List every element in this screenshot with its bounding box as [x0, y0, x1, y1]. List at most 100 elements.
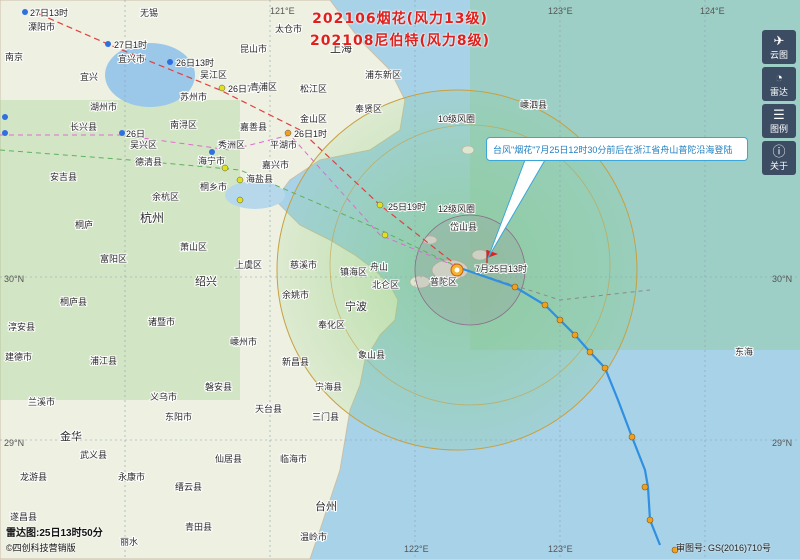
landfall-callout: 台风"烟花"7月25日12时30分前后在浙江省舟山普陀沿海登陆 [486, 137, 748, 161]
place-label: 台州 [315, 499, 337, 513]
place-label: 海盐县 [246, 173, 273, 185]
track-label-26-13: 26日13时 [176, 57, 214, 68]
place-label: 岱山县 [450, 221, 477, 233]
map-approval-number: 审图号: GS(2016)710号 [676, 543, 772, 553]
track-label-25-19: 25日19时 [388, 201, 426, 212]
track-label-26: 26日 [126, 129, 145, 139]
legend-icon: ☰ [773, 107, 785, 122]
place-label: 天台县 [255, 403, 282, 415]
lat-label: 30°N [4, 274, 24, 284]
place-label: 缙云县 [175, 481, 202, 493]
place-label: 青田县 [185, 521, 212, 533]
place-label: 北仑区 [372, 279, 399, 291]
radar-timestamp: 雷达图:25日13时50分 [6, 528, 103, 539]
place-label: 松江区 [300, 83, 327, 95]
place-label: 普陀区 [430, 276, 457, 288]
place-label: 东海 [735, 346, 753, 358]
place-label: 兰溪市 [28, 396, 55, 408]
place-label: 浦江县 [90, 355, 117, 367]
radar-icon: ◔ [775, 70, 783, 85]
place-label: 浦东新区 [365, 69, 401, 81]
place-label: 苏州市 [180, 91, 207, 103]
place-label: 磐安县 [205, 381, 232, 393]
legend-button[interactable]: ☰ 图例 [762, 104, 796, 138]
place-label: 诸暨市 [148, 316, 175, 328]
track-label-26-1: 26日1时 [294, 128, 327, 139]
copyright-text: ©四创科技营销版 [6, 543, 76, 553]
place-label: 武义县 [80, 449, 107, 461]
lat-label: 30°N [772, 274, 792, 284]
satellite-button-label: 云图 [769, 50, 788, 60]
place-label: 建德市 [5, 351, 32, 363]
place-label: 义乌市 [150, 391, 177, 403]
about-button[interactable]: ⓘ 关于 [762, 141, 796, 175]
place-label: 温岭市 [300, 531, 327, 543]
legend-button-label: 图例 [769, 124, 788, 134]
place-label: 南浔区 [170, 119, 197, 131]
place-label: 嵊泗县 [520, 99, 547, 111]
place-label: 仙居县 [215, 453, 242, 465]
map-toolbar: ✈ 云图 ◔ 雷达 ☰ 图例 ⓘ 关于 [762, 30, 798, 178]
place-label: 桐乡市 [200, 181, 227, 193]
place-label: 湖州市 [90, 101, 117, 113]
place-label: 嘉善县 [240, 121, 267, 133]
place-label: 桐庐县 [60, 296, 87, 308]
place-label: 奉贤区 [355, 103, 382, 115]
place-label: 镇海区 [340, 266, 367, 278]
place-label: 淳安县 [8, 321, 35, 333]
place-label: 金华 [60, 429, 82, 443]
place-label: 丽水 [120, 536, 138, 548]
place-label: 龙游县 [20, 471, 47, 483]
place-label: 余姚市 [282, 289, 309, 301]
place-label: 上虞区 [235, 259, 262, 271]
place-label: 余杭区 [152, 191, 179, 203]
place-label: 奉化区 [318, 319, 345, 331]
typhoon-map[interactable]: 121°E 123°E 124°E 122°E 123°E 30°N 30°N … [0, 0, 800, 559]
track-label-current: 7月25日13时 [475, 263, 527, 274]
radar-button-label: 雷达 [769, 87, 788, 97]
place-label: 象山县 [358, 349, 385, 361]
info-icon: ⓘ [772, 144, 786, 159]
satellite-button[interactable]: ✈ 云图 [762, 30, 796, 64]
typhoon-title-nepartak: 202108尼伯特(风力8级) [310, 33, 490, 49]
about-button-label: 关于 [769, 161, 788, 171]
place-label: 萧山区 [180, 241, 207, 253]
lon-label: 122°E [404, 544, 429, 554]
lat-label: 29°N [4, 438, 24, 448]
place-label: 宜兴市 [118, 53, 145, 65]
radar-button[interactable]: ◔ 雷达 [762, 67, 796, 101]
place-label: 绍兴 [195, 274, 217, 288]
place-label: 宜兴 [80, 71, 98, 83]
track-label-wind10: 10级风圈 [438, 113, 475, 124]
place-label: 桐庐 [75, 219, 93, 231]
satellite-icon: ✈ [773, 33, 785, 48]
place-label: 吴兴区 [130, 140, 157, 151]
place-label: 东阳市 [165, 411, 192, 423]
lat-label: 29°N [772, 438, 792, 448]
place-label: 新昌县 [282, 356, 309, 368]
place-label: 青浦区 [250, 81, 277, 93]
track-label-wind12: 12级风圈 [438, 203, 475, 214]
place-label: 德清县 [135, 156, 162, 168]
place-label: 安吉县 [50, 171, 77, 183]
place-label: 富阳区 [100, 253, 127, 265]
place-label: 平湖市 [270, 139, 297, 151]
place-label: 宁波 [345, 299, 367, 313]
place-label: 舟山 [370, 261, 388, 273]
place-label: 长兴县 [70, 121, 97, 133]
place-label: 海宁市 [198, 155, 225, 167]
typhoon-title-yanhua: 202106烟花(风力13级) [312, 11, 488, 27]
place-label: 遂昌县 [10, 511, 37, 523]
place-label: 嵊州市 [230, 336, 257, 348]
place-label: 吴江区 [200, 70, 227, 81]
place-label: 秀洲区 [218, 139, 245, 151]
place-label: 三门县 [312, 411, 339, 423]
place-label: 金山区 [300, 113, 327, 125]
typhoon-center-icon[interactable] [450, 263, 464, 277]
place-label: 永康市 [118, 471, 145, 483]
place-label: 宁海县 [315, 381, 342, 393]
place-label: 临海市 [280, 453, 307, 465]
place-label: 嘉兴市 [262, 159, 289, 171]
lon-label: 123°E [548, 544, 573, 554]
place-label: 南京 [5, 51, 23, 63]
